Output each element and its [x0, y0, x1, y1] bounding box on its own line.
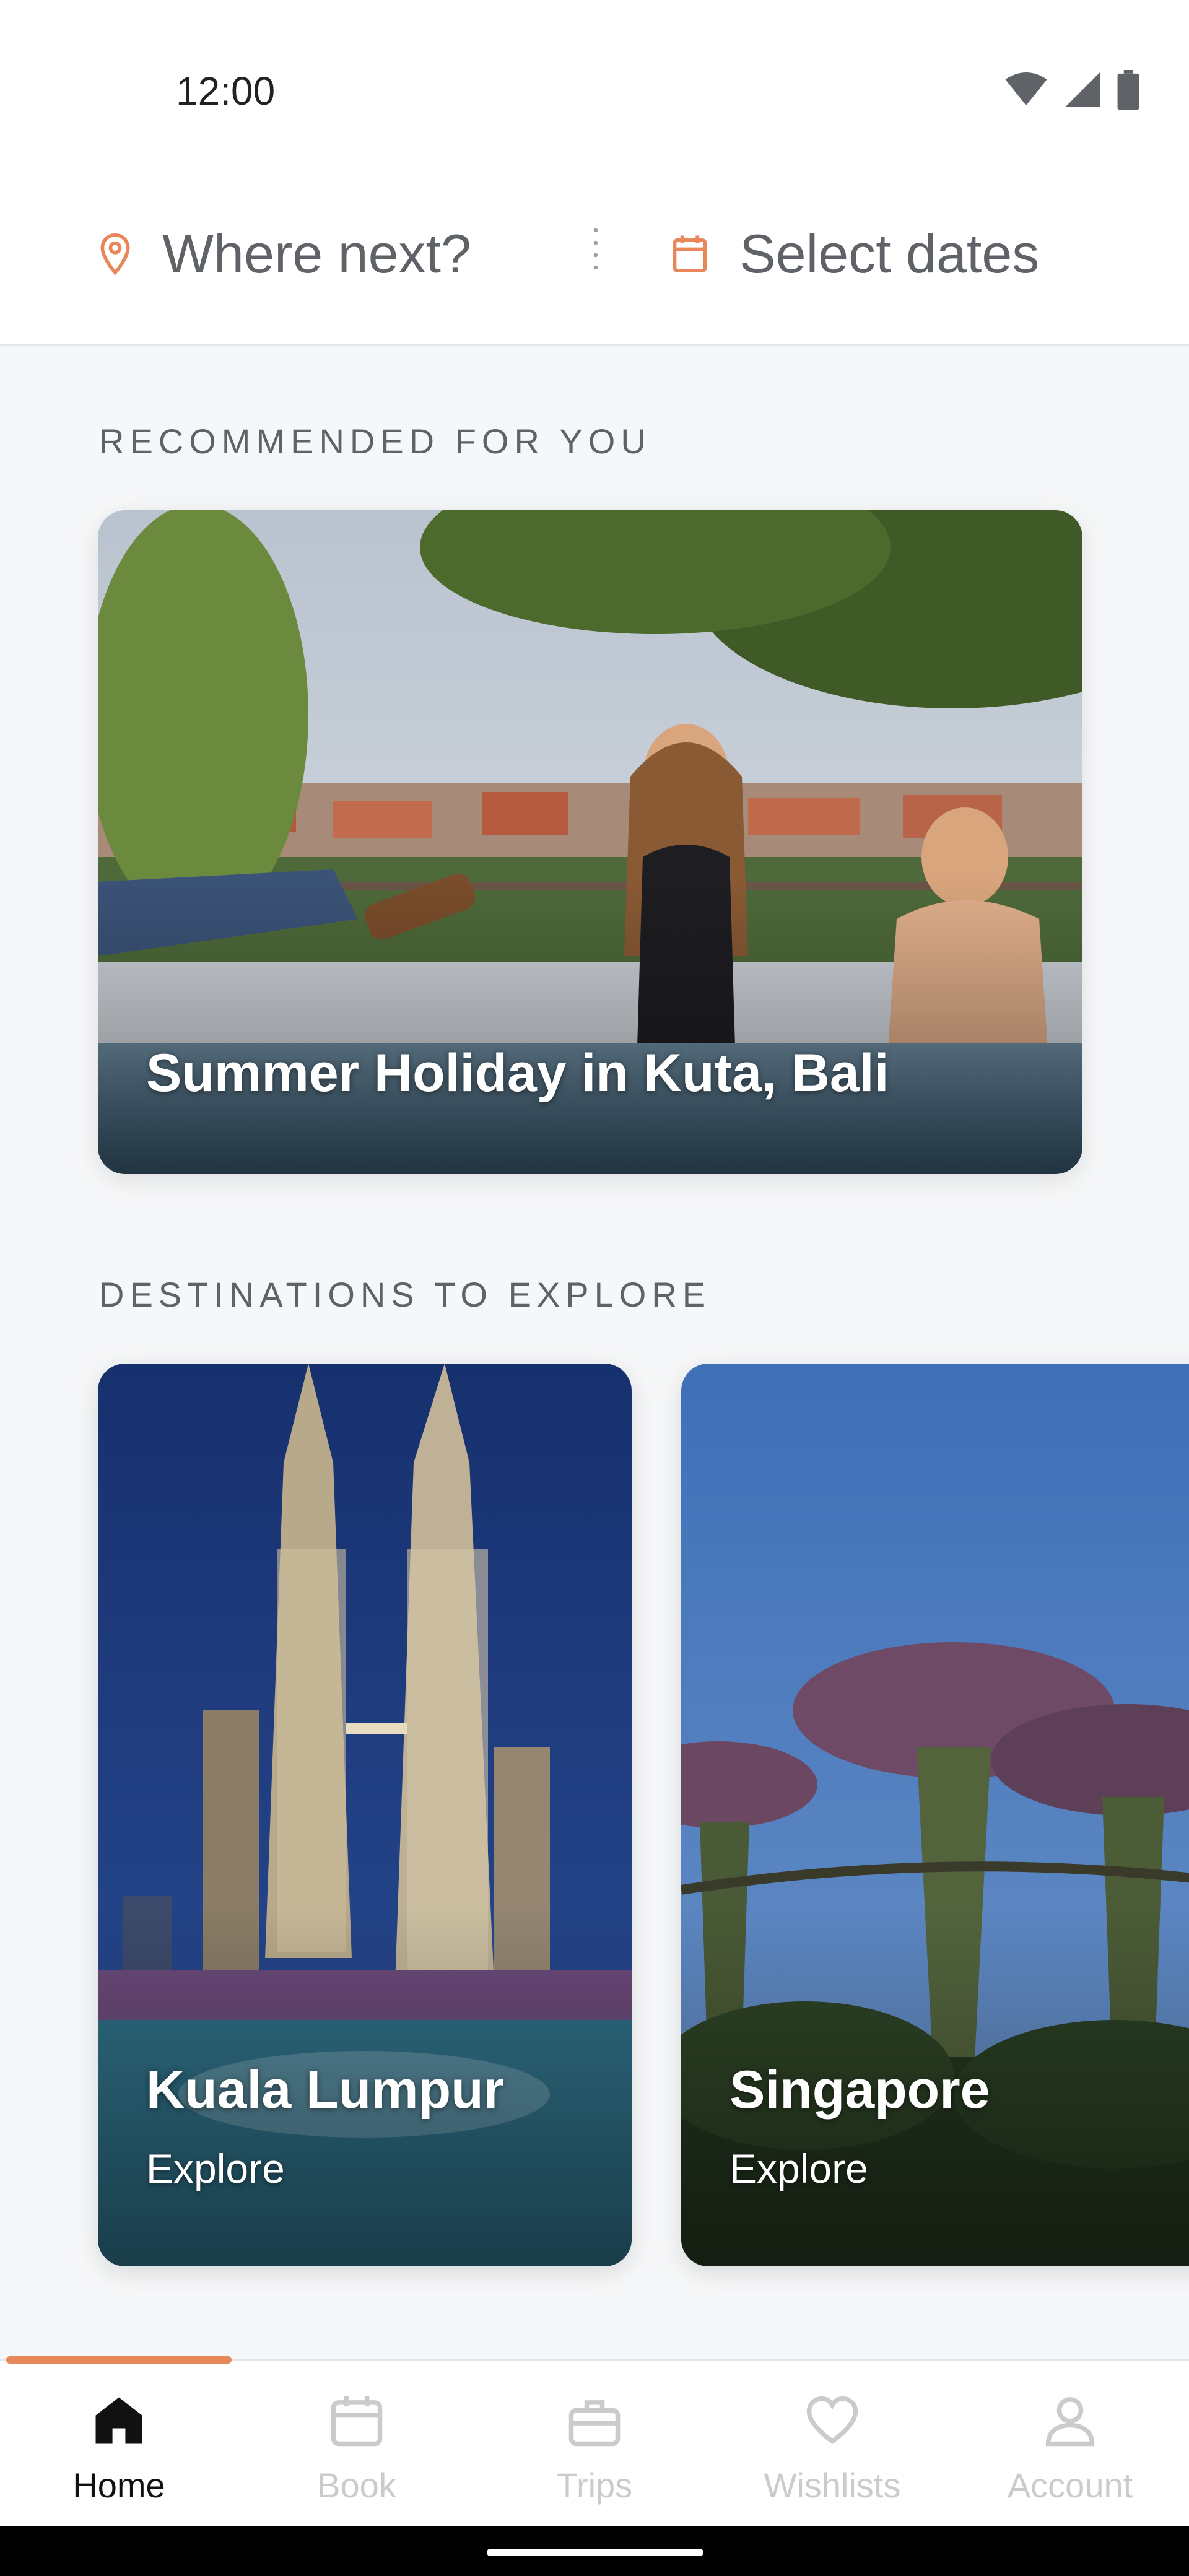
- status-icons: [1004, 68, 1139, 111]
- search-header: Where next? Select dates: [0, 180, 1189, 346]
- nav-item-account[interactable]: Account: [951, 2361, 1189, 2528]
- nav-label-home: Home: [72, 2466, 165, 2505]
- home-gesture-handle[interactable]: [487, 2549, 703, 2556]
- battery-icon: [1117, 70, 1139, 110]
- calendar-icon: [673, 235, 707, 273]
- bottom-navigation: Home Book Trips Wishlists Account: [0, 2356, 1189, 2528]
- nav-label-wishlists: Wishlists: [764, 2466, 901, 2505]
- person-icon: [1045, 2397, 1095, 2447]
- app-screen: 12:00 Where next? Select dates RECOMMEND…: [0, 0, 1189, 2576]
- nav-item-trips[interactable]: Trips: [476, 2361, 713, 2528]
- home-icon: [95, 2397, 142, 2444]
- dates-placeholder: Select dates: [739, 223, 1040, 284]
- field-divider: [593, 224, 598, 274]
- recommended-card-bali[interactable]: Summer Holiday in Kuta, Bali: [98, 510, 1082, 1174]
- briefcase-icon: [568, 2400, 621, 2447]
- destination-name: Singapore: [730, 2060, 990, 2120]
- explore-link[interactable]: Explore: [146, 2145, 285, 2192]
- calendar-icon: [331, 2396, 383, 2447]
- status-bar: 12:00: [0, 0, 1189, 180]
- nav-item-book[interactable]: Book: [238, 2361, 476, 2528]
- status-time: 12:00: [176, 69, 276, 113]
- singapore-photo: [681, 1364, 1189, 2266]
- nav-item-home[interactable]: Home: [0, 2361, 238, 2528]
- signal-icon: [1065, 72, 1100, 107]
- destination-search-field[interactable]: Where next?: [99, 217, 471, 291]
- location-pin-icon: [100, 233, 130, 276]
- explore-link[interactable]: Explore: [730, 2145, 868, 2192]
- recommended-card-title: Summer Holiday in Kuta, Bali: [146, 1043, 889, 1103]
- destination-name: Kuala Lumpur: [146, 2060, 505, 2120]
- destinations-section-title: DESTINATIONS TO EXPLORE: [99, 1275, 712, 1314]
- nav-label-trips: Trips: [556, 2466, 633, 2505]
- nav-item-wishlists[interactable]: Wishlists: [713, 2361, 951, 2528]
- heart-icon: [806, 2396, 858, 2444]
- nav-label-book: Book: [317, 2466, 396, 2505]
- destination-card-singapore[interactable]: Singapore Explore: [681, 1364, 1189, 2266]
- system-gesture-bar: [0, 2526, 1189, 2576]
- recommended-section-title: RECOMMENDED FOR YOU: [99, 422, 651, 461]
- date-picker-field[interactable]: Select dates: [671, 217, 1039, 291]
- wifi-icon: [1005, 72, 1047, 106]
- kuala-lumpur-photo: [98, 1364, 632, 2266]
- destination-placeholder: Where next?: [162, 223, 471, 284]
- nav-label-account: Account: [1007, 2466, 1133, 2505]
- destination-card-kuala-lumpur[interactable]: Kuala Lumpur Explore: [98, 1364, 632, 2266]
